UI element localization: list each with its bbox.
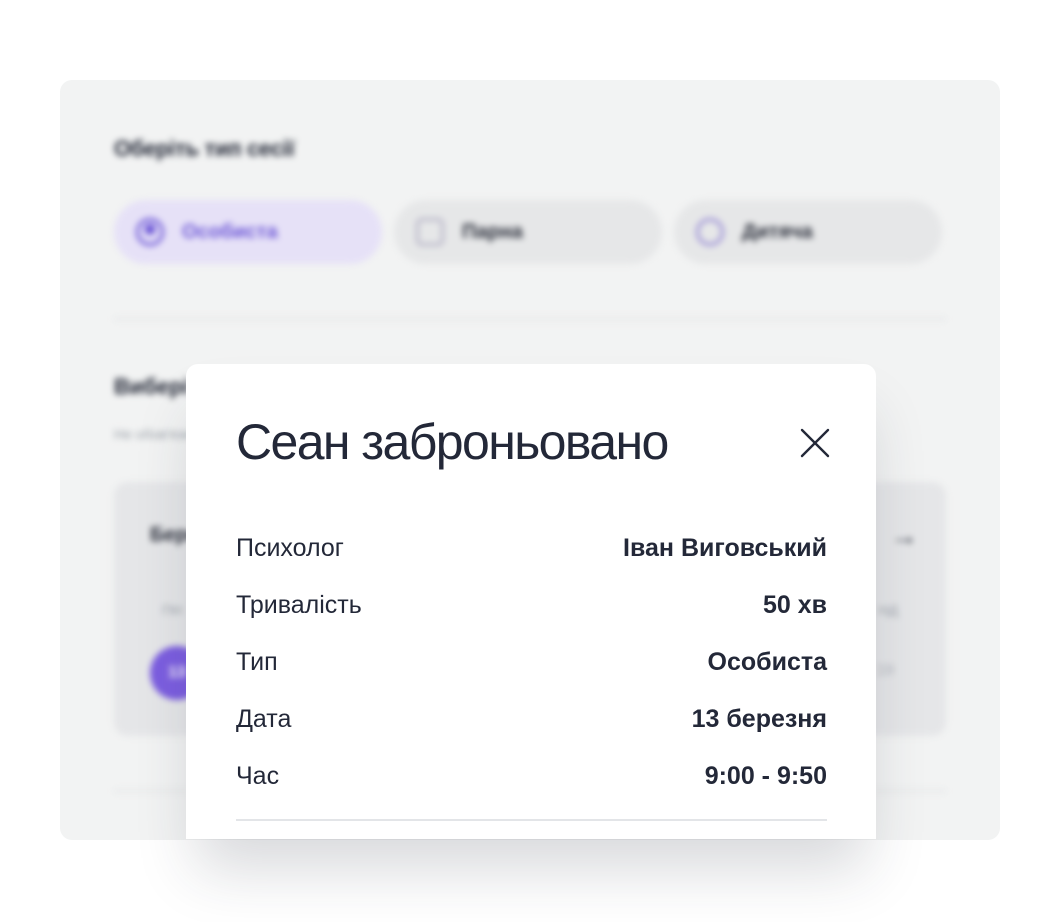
session-type-label: Особиста <box>182 220 278 243</box>
session-type-label: Парна <box>462 220 523 243</box>
session-type-heading: Оберіть тип сесії <box>114 136 295 161</box>
detail-row-type: Тип Особиста <box>236 634 827 691</box>
detail-row-time: Час 9:00 - 9:50 <box>236 748 827 805</box>
detail-label: Дата <box>236 705 292 733</box>
detail-label: Тривалість <box>236 591 362 619</box>
detail-value: 9:00 - 9:50 <box>704 762 827 790</box>
child-icon <box>696 218 724 246</box>
modal-divider <box>236 819 827 821</box>
detail-label: Психолог <box>236 534 344 562</box>
session-type-label: Дитяча <box>742 220 813 243</box>
session-type-couple[interactable]: Парна <box>394 200 662 264</box>
close-button[interactable] <box>798 426 832 460</box>
calendar-day[interactable]: 19 <box>876 662 894 680</box>
session-type-child[interactable]: Дитяча <box>674 200 942 264</box>
booking-details: Психолог Іван Виговський Тривалість 50 х… <box>236 520 827 805</box>
detail-row-date: Дата 13 березня <box>236 691 827 748</box>
detail-value: Особиста <box>707 648 827 676</box>
user-circle-icon <box>136 218 164 246</box>
detail-label: Час <box>236 762 280 790</box>
next-month-arrow-icon[interactable]: → <box>890 520 918 552</box>
session-type-individual[interactable]: Особиста <box>114 200 382 264</box>
detail-value: 50 хв <box>762 591 827 619</box>
detail-value: 13 березня <box>691 705 827 733</box>
detail-row-duration: Тривалість 50 хв <box>236 577 827 634</box>
detail-row-psychologist: Психолог Іван Виговський <box>236 520 827 577</box>
calendar-weekday: ПН <box>162 602 183 618</box>
page: Оберіть тип сесії Особиста Парна Дитяча … <box>0 0 1060 922</box>
booking-confirmation-modal: Сеан заброньовано Психолог Іван Виговськ… <box>186 364 876 839</box>
modal-title: Сеан заброньовано <box>236 414 669 470</box>
close-icon <box>800 428 830 458</box>
section-divider <box>114 318 946 320</box>
calendar-weekday: НД <box>878 602 898 618</box>
detail-value: Іван Виговський <box>623 534 827 562</box>
session-type-options: Особиста Парна Дитяча <box>114 200 942 264</box>
detail-label: Тип <box>236 648 278 676</box>
users-icon <box>416 218 444 246</box>
